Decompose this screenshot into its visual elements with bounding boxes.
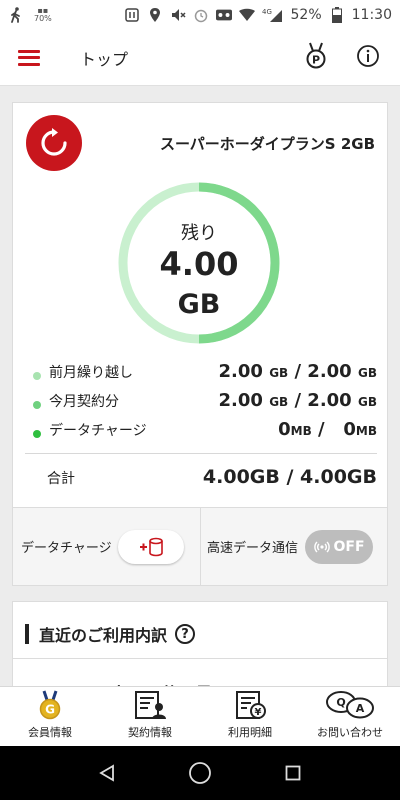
battery-percent: 52% bbox=[290, 7, 322, 23]
high-speed-toggle[interactable]: OFF bbox=[305, 529, 374, 564]
data-charge-section-label: データチャージ bbox=[21, 541, 112, 556]
usage-heading: 直近のご利用内訳 ? bbox=[25, 622, 196, 646]
svg-text:¥: ¥ bbox=[255, 707, 262, 718]
total-label: 合計 bbox=[47, 471, 75, 487]
medal-icon: G bbox=[37, 689, 63, 721]
location-icon bbox=[147, 7, 163, 23]
svg-text:A: A bbox=[356, 702, 365, 715]
wifi-icon bbox=[238, 7, 255, 23]
divider bbox=[13, 658, 387, 659]
broadcast-icon bbox=[313, 541, 330, 552]
hamburger-menu-icon[interactable] bbox=[18, 46, 52, 70]
signal-icon: 4G bbox=[262, 7, 284, 23]
qa-icon: QA bbox=[324, 689, 376, 721]
this-month-label: 今月契約分 bbox=[49, 394, 119, 410]
data-charge-section: データチャージ bbox=[13, 508, 200, 585]
data-breakdown: 前月繰り越し 2.00 GB / 2.00 GB 今月契約分 2.00 GB /… bbox=[25, 361, 377, 448]
nav-member-info[interactable]: G 会員情報 bbox=[0, 687, 100, 746]
remaining-value: 4.00 bbox=[159, 245, 239, 283]
plan-card-footer: データチャージ 高速データ通信 OFF bbox=[13, 507, 387, 585]
nav-label: お問い合わせ bbox=[317, 726, 383, 739]
total-row: 合計 4.00GB / 4.00GB bbox=[25, 453, 377, 488]
nav-contract-info[interactable]: 契約情報 bbox=[100, 687, 200, 746]
step-indicator: ▪︎▪︎ 70% bbox=[34, 7, 52, 23]
statement-icon: ¥ bbox=[234, 689, 266, 721]
refresh-button[interactable] bbox=[26, 115, 82, 171]
this-month-dot bbox=[33, 400, 41, 409]
nav-label: 会員情報 bbox=[28, 726, 72, 739]
svg-text:4G: 4G bbox=[262, 8, 272, 16]
carryover-dot bbox=[33, 371, 41, 380]
row-carryover: 前月繰り越し 2.00 GB / 2.00 GB bbox=[25, 361, 377, 390]
remaining-label: 残り bbox=[181, 223, 217, 244]
data-charge-label: データチャージ bbox=[49, 423, 147, 439]
svg-text:Q: Q bbox=[336, 696, 345, 709]
nav-statement[interactable]: ¥ 利用明細 bbox=[200, 687, 300, 746]
back-icon[interactable] bbox=[87, 753, 127, 793]
recents-icon[interactable] bbox=[273, 753, 313, 793]
add-data-icon bbox=[139, 537, 163, 556]
mute-icon bbox=[170, 7, 186, 23]
row-this-month: 今月契約分 2.00 GB / 2.00 GB bbox=[25, 390, 377, 419]
nav-label: 利用明細 bbox=[228, 726, 272, 739]
usage-title: 直近のご利用内訳 bbox=[39, 626, 168, 645]
carryover-label: 前月繰り越し bbox=[49, 365, 133, 381]
this-month-value: 2.00 GB / 2.00 GB bbox=[218, 390, 377, 411]
contract-icon bbox=[133, 689, 167, 721]
carryover-value: 2.00 GB / 2.00 GB bbox=[218, 361, 377, 382]
svg-text:G: G bbox=[45, 703, 55, 717]
points-medal-icon[interactable]: P bbox=[304, 42, 328, 74]
clock: 11:30 bbox=[351, 7, 392, 23]
high-speed-section: 高速データ通信 OFF bbox=[200, 508, 387, 585]
row-data-charge: データチャージ 0MB / 0MB bbox=[25, 419, 377, 448]
heading-bar bbox=[25, 624, 29, 644]
plan-card: スーパーホーダイプランS 2GB 残り 4.00 GB 前月繰り越し 2.00 … bbox=[12, 102, 388, 586]
page-title: トップ bbox=[80, 49, 129, 69]
nfc-icon bbox=[124, 7, 140, 23]
data-charge-dot bbox=[33, 429, 41, 438]
status-bar: ▪︎▪︎ 70% 4G 52% 11:30 bbox=[0, 0, 400, 30]
walking-icon bbox=[8, 7, 24, 23]
voicemail-icon bbox=[215, 7, 232, 23]
total-value: 4.00GB / 4.00GB bbox=[202, 466, 377, 488]
step-percent: 70% bbox=[34, 14, 52, 23]
info-icon[interactable] bbox=[356, 44, 380, 72]
bottom-navigation: G 会員情報 契約情報 ¥ 利用明細 QA お問い合わせ bbox=[0, 686, 400, 746]
toggle-text: OFF bbox=[333, 538, 365, 555]
alarm-icon bbox=[193, 7, 209, 23]
help-icon[interactable]: ? bbox=[175, 624, 196, 644]
plan-name: スーパーホーダイプランS 2GB bbox=[159, 135, 375, 153]
svg-text:P: P bbox=[312, 53, 320, 66]
refresh-icon bbox=[41, 128, 67, 156]
nav-label: 契約情報 bbox=[128, 726, 172, 739]
remaining-unit: GB bbox=[177, 289, 221, 320]
home-icon[interactable] bbox=[180, 753, 220, 793]
app-bar: トップ P bbox=[0, 30, 400, 86]
nav-contact[interactable]: QA お問い合わせ bbox=[300, 687, 400, 746]
data-charge-value: 0MB / 0MB bbox=[278, 419, 377, 440]
system-navigation-bar bbox=[0, 746, 400, 800]
battery-icon bbox=[329, 7, 345, 23]
data-charge-button[interactable] bbox=[117, 529, 184, 564]
high-speed-label: 高速データ通信 bbox=[207, 541, 299, 556]
